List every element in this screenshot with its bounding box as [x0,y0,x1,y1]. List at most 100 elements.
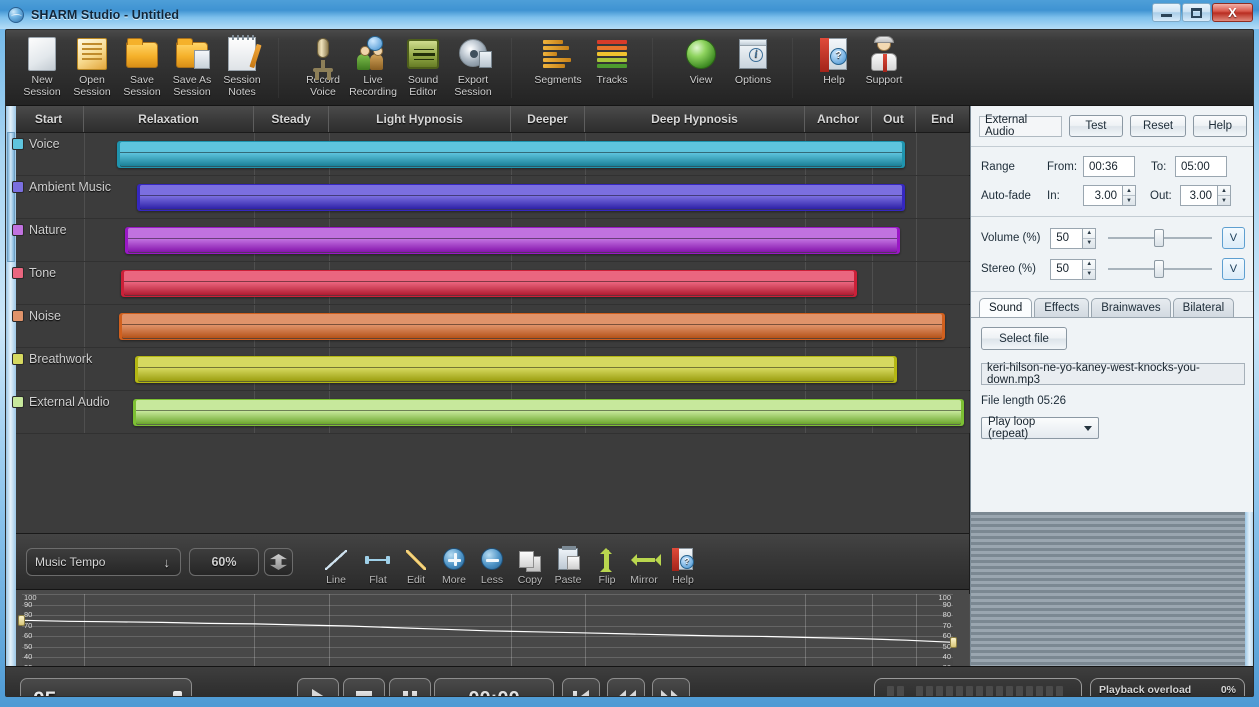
percent-value[interactable]: 60% [189,548,259,576]
volume-input[interactable]: 50 [1050,227,1084,249]
waveform-icon [405,36,441,72]
toolbar-button-session-notes[interactable]: Session Notes [210,35,274,102]
fade-out-stepper[interactable]: ▲ ▼ [1218,185,1231,206]
range-to-input[interactable]: 05:00 [1175,156,1227,177]
track-color-swatch[interactable] [12,181,24,193]
track-label-noise[interactable]: Noise [12,307,61,325]
duration-control[interactable]: 05 minutes [20,678,192,697]
segment-light-hypnosis[interactable]: Light Hypnosis [329,106,511,132]
track-label-tone[interactable]: Tone [12,264,56,282]
test-button[interactable]: Test [1069,115,1123,137]
track-row: Ambient Music [6,176,970,219]
segment-start[interactable]: Start [14,106,84,132]
duration-slider-thumb[interactable] [173,691,182,696]
close-button[interactable]: X [1212,3,1253,22]
volume-stepper[interactable]: ▲ ▼ [1083,227,1096,249]
track-clip[interactable] [119,313,945,340]
tab-sound[interactable]: Sound [979,298,1033,317]
track-color-swatch[interactable] [12,353,24,365]
green-orb-icon [683,36,719,72]
play-button[interactable] [297,678,339,696]
skip-to-start-button[interactable] [562,678,600,696]
tracks-bars-icon [594,36,630,72]
minus-circle-icon [481,548,503,570]
tab-effects[interactable]: Effects [1034,298,1090,317]
toolbar-button-tracks[interactable]: Tracks [580,36,644,102]
track-clip[interactable] [125,227,900,254]
track-name: External Audio [29,395,110,409]
track-clip[interactable] [117,141,905,168]
parameter-select[interactable]: Music Tempo ↓ [26,548,181,576]
segment-steady[interactable]: Steady [254,106,329,132]
select-file-button[interactable]: Select file [981,327,1067,350]
volume-envelope-button[interactable]: V [1221,227,1245,249]
globe-icon [8,6,24,23]
envelope-start-handle[interactable] [18,615,25,627]
stereo-label: Stereo (%) [981,263,1036,275]
track-clip[interactable] [137,184,905,211]
toolbar-separator [792,38,793,98]
sound-tab-panel: Select file keri-hilson-ne-yo-kaney-west… [971,317,1253,447]
volume-slider[interactable] [1107,228,1212,249]
segment-deep-hypnosis[interactable]: Deep Hypnosis [585,106,805,132]
segment-out[interactable]: Out [872,106,916,132]
tool-line[interactable]: Line [313,542,359,586]
tab-bilateral[interactable]: Bilateral [1172,298,1235,317]
pause-button[interactable] [389,678,431,696]
toolbar-button-export-session[interactable]: Export Session [441,36,505,102]
range-from-input[interactable]: 00:36 [1083,156,1135,177]
stereo-slider[interactable] [1107,259,1212,280]
flip-vertical-button[interactable] [264,548,293,576]
track-color-swatch[interactable] [12,396,24,408]
rewind-button[interactable] [607,678,645,696]
striped-placeholder-area [971,512,1245,666]
reset-button[interactable]: Reset [1129,115,1187,137]
toolbar-button-options[interactable]: Options [721,36,785,102]
toolbar-separator [278,38,279,98]
track-color-swatch[interactable] [12,224,24,236]
duration-value: 05 [33,689,56,697]
segment-deeper[interactable]: Deeper [511,106,585,132]
segment-relaxation[interactable]: Relaxation [84,106,254,132]
tool-label: Paste [554,574,582,586]
tool-help[interactable]: Help [660,542,706,586]
track-label-external-audio[interactable]: External Audio [12,393,110,411]
track-label-voice[interactable]: Voice [12,135,60,153]
track-row: External Audio [6,391,970,434]
stereo-input[interactable]: 50 [1050,258,1084,280]
fade-in-input[interactable]: 3.00 [1083,185,1123,206]
minimize-button[interactable] [1152,3,1181,22]
play-mode-select[interactable]: Play loop (repeat) [981,416,1099,440]
track-clip[interactable] [133,399,964,426]
stereo-stepper[interactable]: ▲ ▼ [1083,258,1096,280]
stop-button[interactable] [343,678,385,696]
file-length-label: File length 05:26 [981,395,1067,407]
track-clip[interactable] [121,270,857,297]
fast-forward-button[interactable] [652,678,690,696]
track-color-swatch[interactable] [12,310,24,322]
play-mode-value: Play loop (repeat) [988,416,1036,440]
track-clip[interactable] [135,356,897,383]
envelope-end-handle[interactable] [950,637,957,649]
segment-end[interactable]: End [916,106,969,132]
skip-to-start-icon [573,690,589,696]
toolbar-button-support[interactable]: Support [852,36,916,102]
level-meter [874,678,1082,696]
fade-in-stepper[interactable]: ▲ ▼ [1123,185,1136,206]
playback-overload-indicator: Playback overload 0% [1090,678,1245,696]
properties-header: External Audio Test Reset Help [971,106,1253,147]
fade-in-label: In: [1047,189,1060,202]
track-label-ambient-music[interactable]: Ambient Music [12,178,111,196]
tab-brainwaves[interactable]: Brainwaves [1091,298,1171,317]
track-label-nature[interactable]: Nature [12,221,67,239]
maximize-button[interactable] [1182,3,1211,22]
track-color-swatch[interactable] [12,138,24,150]
fade-out-input[interactable]: 3.00 [1180,185,1218,206]
properties-vertical-scrollbar[interactable] [1245,512,1253,666]
stereo-envelope-button[interactable]: V [1221,258,1245,280]
segment-anchor[interactable]: Anchor [805,106,872,132]
copy-icon [517,548,543,572]
track-label-breathwork[interactable]: Breathwork [12,350,92,368]
track-color-swatch[interactable] [12,267,24,279]
help-button[interactable]: Help [1193,115,1247,137]
